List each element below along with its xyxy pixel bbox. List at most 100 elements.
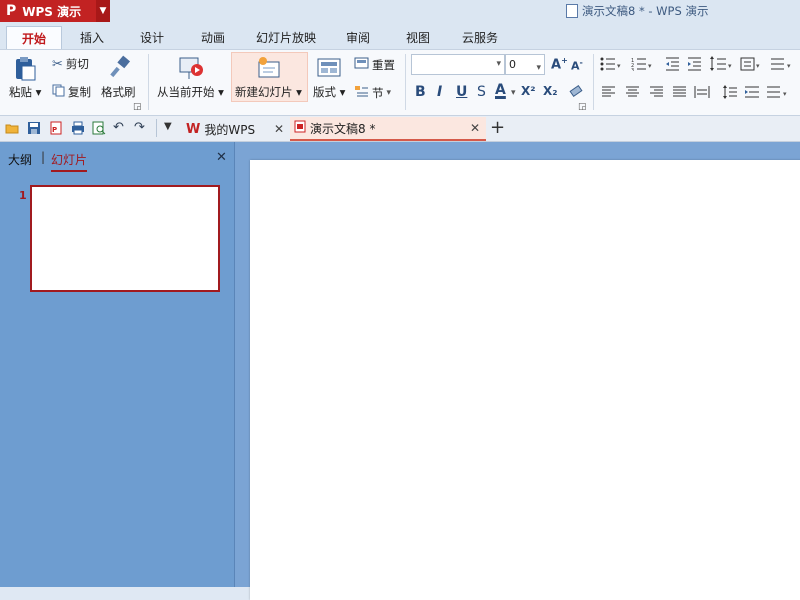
subscript-button[interactable]: X₂ (543, 84, 558, 98)
slide-thumbnail[interactable] (30, 185, 220, 292)
grow-font-icon[interactable]: A+ (551, 56, 568, 72)
font-size-combo[interactable]: 0 ▾ (505, 54, 545, 75)
svg-text:▾: ▾ (783, 90, 787, 98)
columns-icon[interactable]: ▾ (770, 57, 796, 74)
close-mywps-tab-icon[interactable]: ✕ (274, 122, 284, 136)
paragraph-spacing-icon[interactable] (722, 84, 738, 103)
slides-tab[interactable]: 幻灯片 (51, 151, 88, 172)
bullets-icon[interactable]: ▾ (600, 57, 622, 74)
section-dropdown-icon: ▾ (386, 87, 392, 98)
section-button[interactable]: 节 ▾ (354, 84, 391, 101)
shrink-font-icon[interactable]: A- (571, 58, 583, 73)
reset-button[interactable]: 重置 (354, 56, 395, 73)
font-dialog-launcher-icon[interactable]: ◲ (578, 102, 587, 112)
shadow-button[interactable]: S (477, 84, 486, 100)
underline-button[interactable]: U (456, 84, 467, 100)
export-pdf-icon[interactable]: P (49, 121, 63, 135)
scissors-icon: ✂ (52, 56, 63, 72)
clipboard-dialog-launcher-icon[interactable]: ◲ (133, 102, 142, 112)
cut-label: 剪切 (65, 57, 89, 71)
document-icon (566, 4, 578, 18)
from-current-button[interactable]: 从当前开始 ▾ (157, 84, 224, 100)
layout-icon[interactable] (317, 57, 341, 79)
tab-design[interactable]: 设计 (128, 26, 176, 49)
align-center-icon[interactable] (626, 86, 640, 101)
doc-tab-current-label: 演示文稿8 * (310, 121, 376, 136)
svg-text:▾: ▾ (756, 62, 760, 70)
wps-w-icon: W (186, 121, 201, 137)
paste-icon[interactable] (12, 56, 38, 82)
increase-indent-icon[interactable] (687, 57, 702, 74)
font-name-dropdown-icon: ▾ (496, 59, 501, 69)
tab-insert[interactable]: 插入 (68, 26, 116, 49)
copy-icon (52, 84, 65, 100)
reset-label: 重置 (372, 57, 395, 72)
print-icon[interactable] (71, 121, 85, 135)
outline-tab[interactable]: 大纲 (8, 151, 32, 168)
qab-separator (156, 119, 157, 137)
tab-view[interactable]: 视图 (394, 26, 442, 49)
align-left-icon[interactable] (602, 86, 616, 101)
svg-text:3: 3 (631, 68, 634, 71)
qab-customize-dropdown-icon[interactable]: ▼ (164, 121, 178, 135)
decrease-indent-icon[interactable] (665, 57, 680, 74)
reset-icon (354, 56, 369, 73)
slide-canvas[interactable] (250, 160, 800, 600)
copy-button[interactable]: 复制 (52, 84, 91, 100)
bold-button[interactable]: B (415, 84, 426, 100)
distribute-icon[interactable] (694, 86, 710, 101)
text-box-icon[interactable]: ▾ (740, 57, 762, 74)
font-color-button[interactable]: A (495, 82, 506, 98)
copy-label: 复制 (68, 85, 91, 99)
new-slide-icon (256, 56, 282, 80)
numbering-icon[interactable]: 1 2 3 ▾ (631, 57, 653, 74)
align-right-icon[interactable] (650, 86, 664, 101)
paste-button[interactable]: 粘贴 ▾ (9, 84, 41, 100)
close-pane-icon[interactable]: ✕ (216, 150, 227, 165)
font-color-dropdown-icon[interactable]: ▾ (511, 88, 516, 98)
layout-button[interactable]: 版式 ▾ (313, 84, 345, 100)
new-tab-plus-icon[interactable]: + (490, 117, 505, 139)
window-title-text: 演示文稿8 * - WPS 演示 (582, 4, 709, 18)
clear-format-icon[interactable] (568, 84, 584, 100)
save-icon[interactable] (27, 121, 41, 135)
play-from-current-icon[interactable] (178, 55, 204, 81)
justify-icon[interactable] (673, 86, 687, 101)
font-size-value: 0 (509, 58, 516, 71)
wps-logo-icon: P (6, 3, 17, 19)
undo-icon[interactable]: ↶ (113, 121, 127, 135)
svg-text:▾: ▾ (648, 62, 652, 70)
ribbon-separator (593, 54, 594, 110)
tab-slideshow[interactable]: 幻灯片放映 (250, 26, 322, 49)
svg-text:▾: ▾ (617, 62, 621, 70)
text-direction-icon[interactable] (744, 84, 760, 103)
ribbon-separator (148, 54, 149, 110)
layout-label: 版式 (313, 85, 336, 99)
tab-animation[interactable]: 动画 (189, 26, 237, 49)
redo-icon[interactable]: ↷ (134, 121, 148, 135)
from-current-label: 从当前开始 (157, 85, 215, 99)
tab-review[interactable]: 审阅 (334, 26, 382, 49)
tab-home[interactable]: 开始 (6, 26, 62, 49)
italic-button[interactable]: I (437, 84, 442, 100)
font-name-combo[interactable]: ▾ (411, 54, 505, 75)
ribbon-separator (405, 54, 406, 110)
close-current-tab-icon[interactable]: ✕ (470, 121, 480, 135)
superscript-button[interactable]: X² (521, 84, 536, 98)
format-painter-button[interactable]: 格式刷 (101, 84, 136, 100)
new-slide-label: 新建幻灯片 ▾ (235, 85, 302, 99)
print-preview-icon[interactable] (92, 121, 106, 135)
tab-cloud[interactable]: 云服务 (454, 26, 506, 49)
doc-tab-mywps[interactable]: W 我的WPS ✕ (186, 117, 286, 141)
window-title: 演示文稿8 * - WPS 演示 (566, 3, 708, 19)
line-spacing-icon[interactable]: ▾ (709, 56, 735, 75)
app-menu-dropdown-icon[interactable]: ▼ (96, 0, 110, 22)
pane-tab-divider: | (41, 150, 46, 164)
format-painter-icon[interactable] (108, 55, 132, 79)
doc-tab-current[interactable]: 演示文稿8 * ✕ (290, 117, 486, 141)
cut-button[interactable]: ✂ 剪切 (52, 56, 89, 72)
open-folder-icon[interactable] (5, 121, 19, 135)
svg-text:▾: ▾ (787, 62, 791, 70)
app-menu-button[interactable]: P WPS 演示 (0, 0, 96, 22)
align-text-icon[interactable]: ▾ (766, 84, 792, 103)
